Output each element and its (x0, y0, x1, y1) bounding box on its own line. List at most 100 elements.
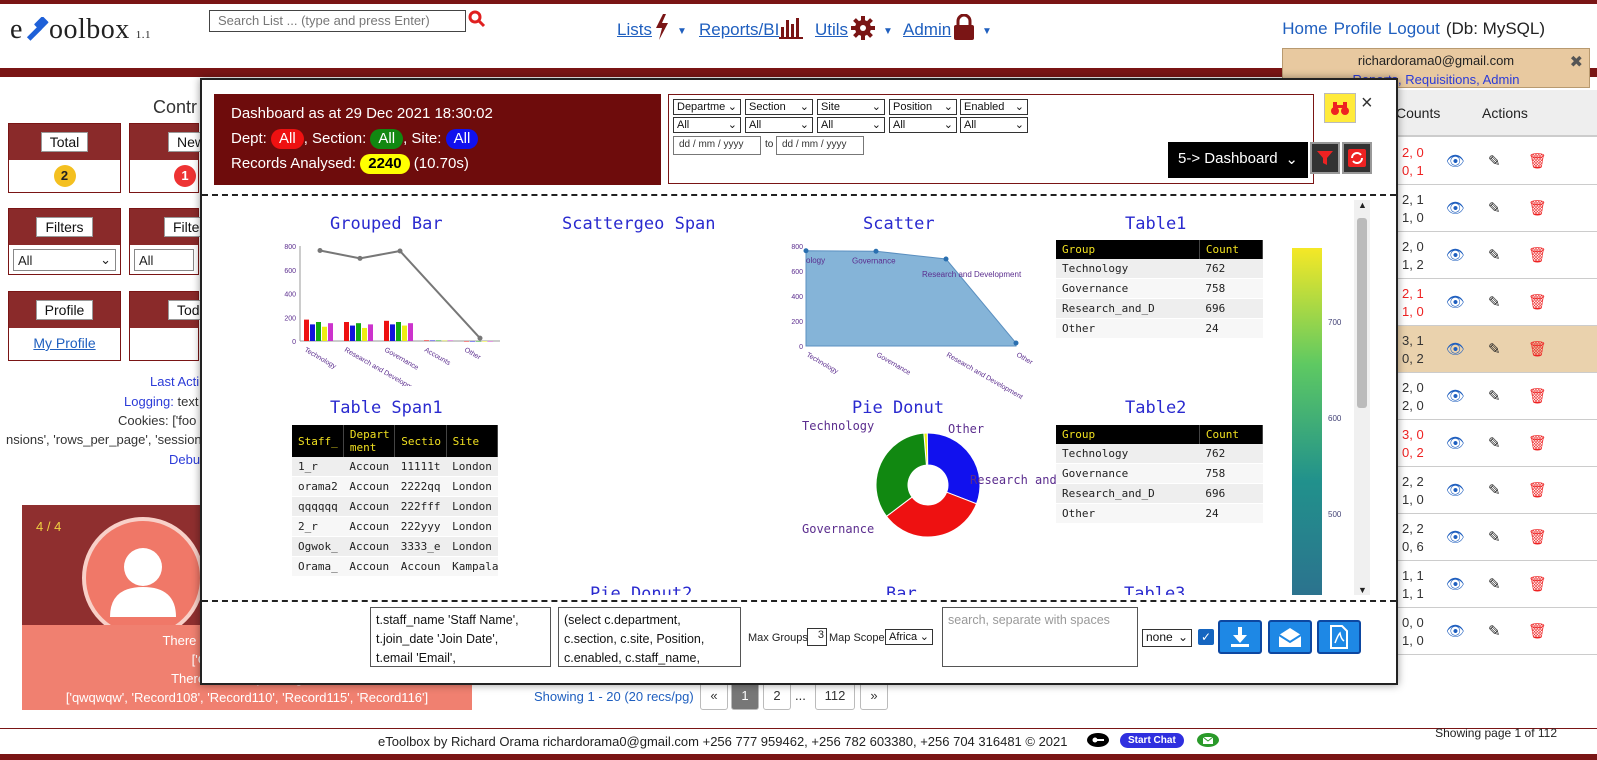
delete-icon[interactable]: 🗑 (1528, 528, 1547, 546)
nav-reports[interactable]: Reports/BI (699, 20, 779, 40)
delete-icon[interactable]: 🗑 (1528, 293, 1547, 311)
filter-select-departme[interactable]: All ⌄ (673, 117, 741, 133)
edit-icon[interactable]: ✎ (1488, 528, 1501, 546)
gear-icon (851, 16, 875, 40)
refresh-button[interactable] (1342, 142, 1372, 174)
edit-icon[interactable]: ✎ (1488, 293, 1501, 311)
dashboard-select[interactable]: 5-> Dashboard ⌄ (1168, 142, 1308, 178)
table-header[interactable]: Count (1199, 240, 1263, 259)
edit-icon[interactable]: ✎ (1488, 575, 1501, 593)
chevron-down-icon[interactable]: ▼ (883, 26, 893, 37)
delete-icon[interactable]: 🗑 (1528, 434, 1547, 452)
app-logo[interactable]: e oolbox 1.1 (10, 14, 151, 46)
edit-icon[interactable]: ✎ (1488, 434, 1501, 452)
filter-select-site[interactable]: All ⌄ (817, 117, 885, 133)
view-icon[interactable]: 👁 (1446, 387, 1465, 405)
logout-link[interactable]: Logout (1388, 19, 1440, 38)
home-link[interactable]: Home (1282, 19, 1327, 38)
view-icon[interactable]: 👁 (1446, 152, 1465, 170)
edit-icon[interactable]: ✎ (1488, 340, 1501, 358)
email-button[interactable] (1268, 620, 1312, 654)
page-2-button[interactable]: 2 (763, 682, 791, 710)
view-icon[interactable]: 👁 (1446, 622, 1465, 640)
view-icon[interactable]: 👁 (1446, 434, 1465, 452)
table-header[interactable]: Group (1056, 240, 1200, 259)
key-icon[interactable] (1086, 732, 1110, 748)
dashboard-scrollbar[interactable]: ▲ ▼ (1354, 200, 1370, 595)
max-groups-input[interactable]: 3 (807, 628, 827, 646)
delete-icon[interactable]: 🗑 (1528, 340, 1547, 358)
nav-utils[interactable]: Utils (815, 20, 848, 40)
edit-icon[interactable]: ✎ (1488, 622, 1501, 640)
filter-select-departme[interactable]: Departme ⌄ (673, 99, 741, 115)
table-header[interactable]: Group (1056, 425, 1200, 444)
binoculars-button[interactable] (1324, 93, 1356, 123)
view-icon[interactable]: 👁 (1446, 528, 1465, 546)
my-profile-link[interactable]: My Profile (33, 335, 95, 351)
fields-textarea[interactable]: t.staff_name 'Staff Name', t.join_date 'J… (370, 607, 551, 667)
filters2-select[interactable]: All (134, 249, 194, 271)
next-page-button[interactable]: » (860, 682, 888, 710)
profile-link[interactable]: Profile (1334, 19, 1382, 38)
table-header[interactable]: Depart ment (343, 425, 396, 457)
debug-link[interactable]: Debu (169, 452, 200, 467)
edit-icon[interactable]: ✎ (1488, 246, 1501, 264)
delete-icon[interactable]: 🗑 (1528, 622, 1547, 640)
refresh-icon (1348, 149, 1366, 167)
filter-select-enabled[interactable]: Enabled ⌄ (960, 99, 1028, 115)
delete-icon[interactable]: 🗑 (1528, 152, 1547, 170)
search-input[interactable]: Search List ... (type and press Enter) (209, 10, 466, 32)
delete-icon[interactable]: 🗑 (1528, 199, 1547, 217)
view-icon[interactable]: 👁 (1446, 575, 1465, 593)
delete-icon[interactable]: 🗑 (1528, 387, 1547, 405)
chevron-down-icon[interactable]: ▼ (982, 26, 992, 37)
search-icon[interactable] (468, 10, 486, 28)
export-format-select[interactable]: none ⌄ (1142, 629, 1192, 647)
close-icon[interactable]: × (1361, 92, 1373, 115)
nav-lists[interactable]: Lists (617, 20, 652, 40)
edit-icon[interactable]: ✎ (1488, 387, 1501, 405)
filter-select-section[interactable]: Section ⌄ (745, 99, 813, 115)
filter-button[interactable] (1310, 142, 1340, 174)
edit-icon[interactable]: ✎ (1488, 152, 1501, 170)
table2: Group Count Technology 762 Governance 758 Rese… (1056, 425, 1263, 527)
delete-icon[interactable]: 🗑 (1528, 481, 1547, 499)
prev-page-button[interactable]: « (700, 682, 728, 710)
filter-select-site[interactable]: Site ⌄ (817, 99, 885, 115)
download-button[interactable] (1218, 620, 1262, 654)
mail-icon[interactable] (1196, 732, 1220, 748)
chevron-down-icon[interactable]: ▼ (677, 26, 687, 37)
date-to-input[interactable]: dd / mm / yyyy (776, 136, 864, 155)
pdf-button[interactable] (1317, 620, 1361, 654)
search-textarea[interactable]: search, separate with spaces (942, 607, 1138, 667)
last-page-button[interactable]: 112 (815, 682, 855, 710)
last-activity[interactable]: Last Acti (150, 374, 199, 389)
filters-select[interactable]: All ⌄ (13, 249, 116, 271)
table-header[interactable]: Site (446, 425, 498, 457)
include-checkbox[interactable]: ✓ (1198, 629, 1214, 645)
table-header[interactable]: Staff_ (292, 425, 344, 457)
filter-select-position[interactable]: All ⌄ (889, 117, 957, 133)
table-header[interactable]: Sectio (394, 425, 447, 457)
filter-select-enabled[interactable]: All ⌄ (960, 117, 1028, 133)
view-icon[interactable]: 👁 (1446, 293, 1465, 311)
delete-icon[interactable]: 🗑 (1528, 246, 1547, 264)
close-icon[interactable]: ✖ (1570, 52, 1583, 72)
view-icon[interactable]: 👁 (1446, 340, 1465, 358)
edit-icon[interactable]: ✎ (1488, 481, 1501, 499)
nav-admin[interactable]: Admin (903, 20, 951, 40)
view-icon[interactable]: 👁 (1446, 481, 1465, 499)
date-from-input[interactable]: dd / mm / yyyy (673, 136, 761, 155)
table-header[interactable]: Count (1199, 425, 1263, 444)
start-chat-button[interactable]: Start Chat (1120, 733, 1184, 748)
map-scope-select[interactable]: Africa ⌄ (885, 629, 933, 645)
filter-select-position[interactable]: Position ⌄ (889, 99, 957, 115)
view-icon[interactable]: 👁 (1446, 246, 1465, 264)
view-icon[interactable]: 👁 (1446, 199, 1465, 217)
delete-icon[interactable]: 🗑 (1528, 575, 1547, 593)
query-textarea[interactable]: (select c.department, c.section, c.site, … (558, 607, 741, 667)
edit-icon[interactable]: ✎ (1488, 199, 1501, 217)
page-1-button[interactable]: 1 (731, 682, 759, 710)
download-icon (1231, 627, 1249, 647)
filter-select-section[interactable]: All ⌄ (745, 117, 813, 133)
